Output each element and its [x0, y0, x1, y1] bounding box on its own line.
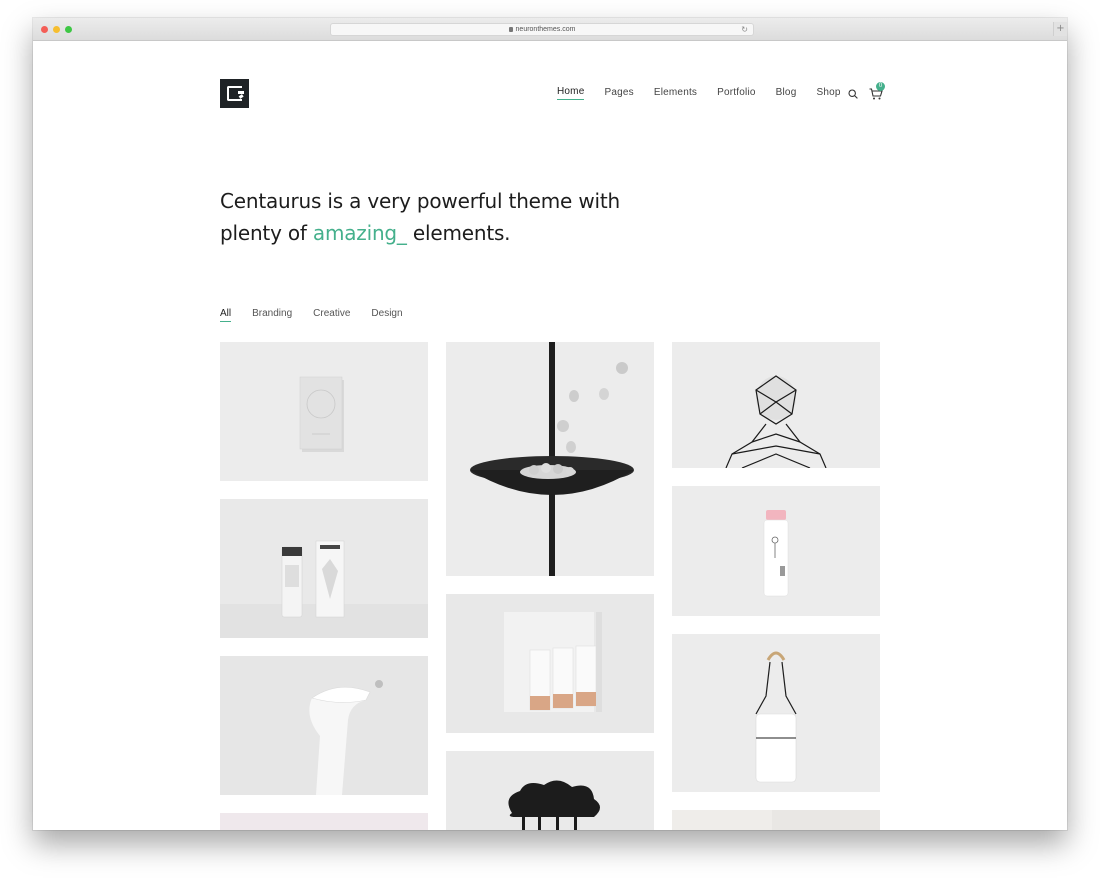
nav-item-pages[interactable]: Pages [604, 87, 633, 100]
main-navigation: Home Pages Elements Portfolio Blog Shop [557, 86, 861, 100]
white-box-image [220, 342, 428, 481]
wire-bust-image [672, 342, 880, 468]
filter-all[interactable]: All [220, 308, 232, 322]
browser-window: neuronthemes.com ↻ + Home Pages Elements… [33, 18, 1067, 830]
filter-branding[interactable]: Branding [252, 308, 292, 322]
address-text: neuronthemes.com [515, 26, 576, 33]
nav-item-portfolio[interactable]: Portfolio [717, 87, 756, 100]
zoom-window-button[interactable] [65, 26, 72, 33]
business-cards-image [446, 594, 654, 733]
page-content: Home Pages Elements Portfolio Blog Shop … [33, 41, 1067, 830]
reload-icon[interactable]: ↻ [741, 25, 748, 34]
portfolio-item-milk-bottle[interactable] [672, 486, 880, 616]
portfolio-filters: All Branding Creative Design [220, 308, 424, 322]
portfolio-item-pink-card[interactable] [220, 813, 428, 830]
portfolio-item-white-vessel[interactable] [220, 656, 428, 795]
site-logo[interactable] [220, 79, 249, 108]
white-vessel-image [220, 656, 428, 795]
nav-item-home[interactable]: Home [557, 86, 585, 100]
portfolio-item-grey-room[interactable] [672, 810, 880, 830]
grey-room-image [672, 810, 880, 830]
cart-count-badge: 0 [876, 82, 885, 91]
nav-item-elements[interactable]: Elements [654, 87, 697, 100]
milk-bottle-image [672, 486, 880, 616]
browser-toolbar: neuronthemes.com ↻ + [33, 18, 1067, 41]
portfolio-item-cosmetic-bottle[interactable] [220, 499, 428, 638]
portfolio-item-bowl-stones[interactable] [446, 342, 654, 576]
hero-line-2-suffix: elements. [406, 221, 511, 245]
new-tab-button[interactable]: + [1053, 22, 1067, 36]
nav-item-blog[interactable]: Blog [776, 87, 797, 100]
portfolio-item-wire-bust[interactable] [672, 342, 880, 468]
nav-item-shop[interactable]: Shop [816, 87, 840, 100]
filter-design[interactable]: Design [371, 308, 402, 322]
portfolio-item-white-box[interactable] [220, 342, 428, 481]
logo-mark-icon [227, 86, 244, 101]
portfolio-item-black-cloud[interactable] [446, 751, 654, 830]
lock-icon [508, 27, 513, 32]
hero-line-2-prefix: plenty of [220, 221, 313, 245]
close-window-button[interactable] [41, 26, 48, 33]
address-bar[interactable]: neuronthemes.com ↻ [330, 23, 754, 36]
minimize-window-button[interactable] [53, 26, 60, 33]
hero-accent-word: amazing_ [312, 221, 407, 245]
cosmetic-bottle-image [220, 499, 428, 638]
filter-creative[interactable]: Creative [313, 308, 350, 322]
hero-headline: Centaurus is a very powerful theme with … [220, 185, 680, 249]
black-cloud-image [446, 751, 654, 830]
bowl-stones-image [446, 342, 654, 576]
hero-line-1: Centaurus is a very powerful theme with [220, 189, 620, 213]
portfolio-item-glass-bottle[interactable] [672, 634, 880, 792]
search-icon[interactable] [848, 89, 858, 99]
portfolio-item-business-cards[interactable] [446, 594, 654, 733]
glass-bottle-image [672, 634, 880, 792]
